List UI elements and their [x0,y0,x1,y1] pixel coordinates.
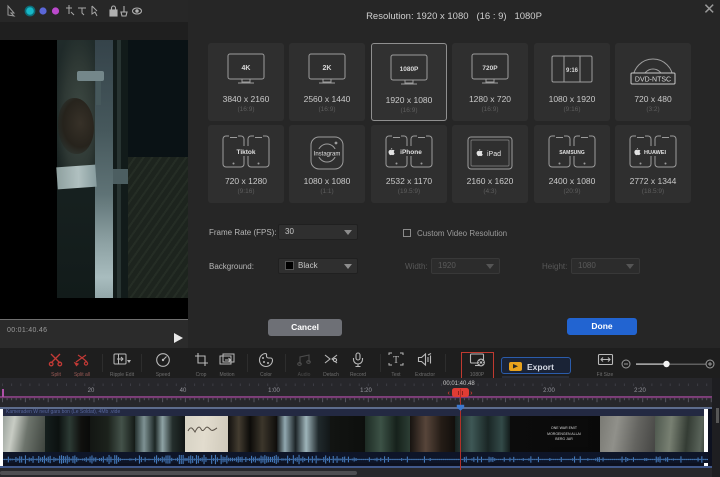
svg-text:2K: 2K [323,65,332,72]
svg-text:iPad: iPad [487,151,501,158]
svg-text:4K: 4K [242,65,251,72]
svg-text:DVD-NTSC: DVD-NTSC [635,77,671,84]
svg-text:720P: 720P [482,65,498,72]
svg-text:1080P: 1080P [400,66,419,73]
svg-text:Instagram: Instagram [314,152,341,158]
svg-text:SAMSUNG: SAMSUNG [559,150,585,156]
svg-text:Tiktok: Tiktok [236,149,255,156]
svg-text:iPhone: iPhone [400,149,422,156]
svg-text:9:16: 9:16 [566,68,579,74]
svg-text:HUAWEI: HUAWEI [644,150,666,156]
svg-text:T: T [393,355,399,366]
